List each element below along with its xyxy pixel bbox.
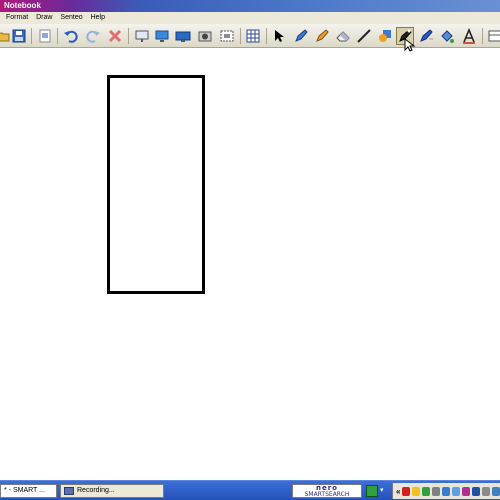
undo-icon[interactable]: [62, 27, 80, 45]
capture-icon[interactable]: [196, 27, 214, 45]
menu-senteo[interactable]: Senteo: [57, 12, 85, 24]
display-icon[interactable]: [153, 27, 171, 45]
toolbar-separator: [482, 28, 483, 44]
taskbar-item-recording[interactable]: Recording...: [60, 484, 164, 498]
dropdown-arrow-icon[interactable]: ▾: [380, 485, 388, 497]
pen-icon[interactable]: [292, 27, 310, 45]
nero-subtitle: SMARTSEARCH: [304, 491, 350, 498]
toolbar-separator: [240, 28, 241, 44]
select-arrow-icon[interactable]: [270, 27, 288, 45]
table-icon[interactable]: [244, 27, 262, 45]
taskbar: * - SMART ... Recording... nero SMARTSEA…: [0, 480, 500, 500]
tray-app-icon[interactable]: [402, 486, 411, 496]
toolbar-separator: [128, 28, 129, 44]
nero-search-box[interactable]: nero SMARTSEARCH: [292, 484, 362, 498]
page-sorter-icon[interactable]: [486, 27, 500, 45]
tray-app-icon[interactable]: [432, 486, 441, 496]
text-icon[interactable]: [460, 27, 478, 45]
tray-app-icon[interactable]: [472, 486, 481, 496]
drawn-rectangle[interactable]: [107, 75, 205, 294]
tray-app-icon[interactable]: [442, 486, 451, 496]
redo-icon[interactable]: [84, 27, 102, 45]
go-arrow-icon[interactable]: [366, 485, 378, 497]
tray-app-icon[interactable]: [452, 486, 461, 496]
toolbar-separator: [57, 28, 58, 44]
page-icon[interactable]: [36, 27, 54, 45]
window-title-bar: Notebook: [0, 0, 500, 12]
tray-app-icon[interactable]: [422, 486, 431, 496]
tray-expand-icon[interactable]: «: [396, 487, 400, 496]
toolbar-separator: [266, 28, 267, 44]
window-title: Notebook: [4, 1, 41, 10]
delete-icon[interactable]: [106, 27, 124, 45]
tray-app-icon[interactable]: [482, 486, 491, 496]
eraser-icon[interactable]: [334, 27, 352, 45]
tray-app-icon[interactable]: [412, 486, 421, 496]
creative-pen-icon[interactable]: [313, 27, 331, 45]
mouse-cursor-icon: [404, 37, 416, 52]
dual-display-icon[interactable]: [174, 27, 192, 45]
recorder-icon: [64, 487, 74, 495]
taskbar-item-smart-notebook[interactable]: * - SMART ...: [0, 484, 57, 498]
save-icon[interactable]: [10, 27, 28, 45]
system-tray: «: [392, 483, 500, 499]
menu-help[interactable]: Help: [88, 12, 108, 24]
fill-icon[interactable]: [438, 27, 456, 45]
taskbar-item-label: Recording...: [77, 487, 115, 494]
tray-app-icon[interactable]: [492, 486, 500, 496]
shapes-icon[interactable]: [376, 27, 394, 45]
capture-area-icon[interactable]: [218, 27, 236, 45]
toolbar: [0, 24, 500, 48]
screen-shade-icon[interactable]: [133, 27, 151, 45]
menu-bar: Format Draw Senteo Help: [0, 12, 500, 24]
line-icon[interactable]: [355, 27, 373, 45]
menu-draw[interactable]: Draw: [33, 12, 55, 24]
whiteboard-canvas[interactable]: [0, 49, 500, 480]
tray-app-icon[interactable]: [462, 486, 471, 496]
shape-recognition-pen-icon[interactable]: [417, 27, 435, 45]
menu-format[interactable]: Format: [0, 12, 31, 24]
toolbar-separator: [31, 28, 32, 44]
